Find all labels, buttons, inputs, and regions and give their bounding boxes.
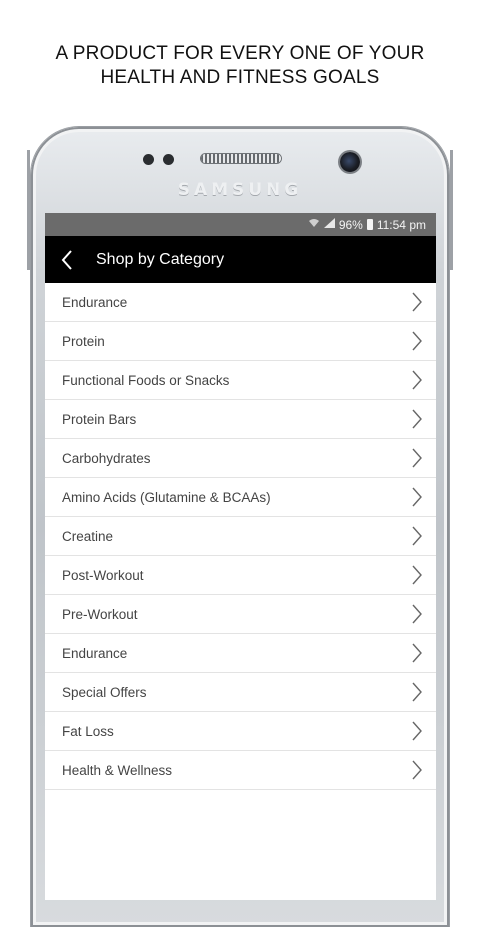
chevron-right-icon	[412, 409, 422, 429]
promo-headline-line-2: HEALTH AND FITNESS GOALS	[100, 67, 380, 88]
chevron-right-icon	[412, 448, 422, 468]
category-item-health-wellness[interactable]: Health & Wellness	[45, 751, 436, 790]
promo-headline: A PRODUCT FOR EVERY ONE OF YOUR HEALTH A…	[0, 42, 480, 90]
category-item-endurance[interactable]: Endurance	[45, 283, 436, 322]
category-item-post-workout[interactable]: Post-Workout	[45, 556, 436, 595]
category-label: Endurance	[62, 294, 128, 310]
app-bar: Shop by Category	[45, 236, 436, 283]
category-item-protein-bars[interactable]: Protein Bars	[45, 400, 436, 439]
category-item-fat-loss[interactable]: Fat Loss	[45, 712, 436, 751]
category-item-protein[interactable]: Protein	[45, 322, 436, 361]
chevron-right-icon	[412, 643, 422, 663]
category-item-amino-acids[interactable]: Amino Acids (Glutamine & BCAAs)	[45, 478, 436, 517]
category-label: Fat Loss	[62, 723, 114, 739]
chevron-right-icon	[412, 760, 422, 780]
battery-icon	[366, 219, 373, 230]
chevron-right-icon	[412, 604, 422, 624]
battery-percent: 96%	[338, 217, 363, 232]
sensor-dot	[163, 154, 174, 165]
chevron-right-icon	[412, 487, 422, 507]
category-label: Protein	[62, 333, 105, 349]
chevron-right-icon	[412, 292, 422, 312]
category-label: Protein Bars	[62, 411, 137, 427]
category-label: Endurance	[62, 645, 128, 661]
chevron-right-icon	[412, 565, 422, 585]
phone-screen: 96% 11:54 pm Shop by Category Endurance …	[45, 213, 436, 900]
earpiece-speaker	[201, 154, 281, 163]
phone-side-button-left	[27, 150, 30, 270]
page-title: Shop by Category	[96, 250, 225, 268]
category-label: Carbohydrates	[62, 450, 151, 466]
category-label: Special Offers	[62, 684, 147, 700]
chevron-right-icon	[412, 526, 422, 546]
category-list: Endurance Protein Functional Foods or Sn…	[45, 283, 436, 790]
phone-side-button-right	[450, 150, 453, 270]
category-item-carbohydrates[interactable]: Carbohydrates	[45, 439, 436, 478]
category-item-special-offers[interactable]: Special Offers	[45, 673, 436, 712]
category-label: Health & Wellness	[62, 762, 173, 778]
front-camera	[340, 152, 360, 172]
device-brand-logo: SAMSUNG	[177, 180, 303, 200]
wifi-icon	[308, 218, 320, 231]
sensor-dot	[143, 154, 154, 165]
category-label: Amino Acids (Glutamine & BCAAs)	[62, 489, 271, 505]
chevron-left-icon	[61, 249, 72, 270]
chevron-right-icon	[412, 370, 422, 390]
status-time: 11:54 pm	[376, 217, 426, 232]
category-item-pre-workout[interactable]: Pre-Workout	[45, 595, 436, 634]
category-item-endurance-2[interactable]: Endurance	[45, 634, 436, 673]
back-button[interactable]	[45, 236, 89, 283]
category-label: Creatine	[62, 528, 114, 544]
category-label: Functional Foods or Snacks	[62, 372, 230, 388]
category-label: Pre-Workout	[62, 606, 138, 622]
chevron-right-icon	[412, 331, 422, 351]
category-label: Post-Workout	[62, 567, 144, 583]
category-item-creatine[interactable]: Creatine	[45, 517, 436, 556]
signal-icon	[323, 218, 335, 231]
chevron-right-icon	[412, 682, 422, 702]
promo-headline-line-1: A PRODUCT FOR EVERY ONE OF YOUR	[55, 43, 425, 64]
chevron-right-icon	[412, 721, 422, 741]
status-bar: 96% 11:54 pm	[45, 213, 436, 236]
category-item-functional-foods[interactable]: Functional Foods or Snacks	[45, 361, 436, 400]
